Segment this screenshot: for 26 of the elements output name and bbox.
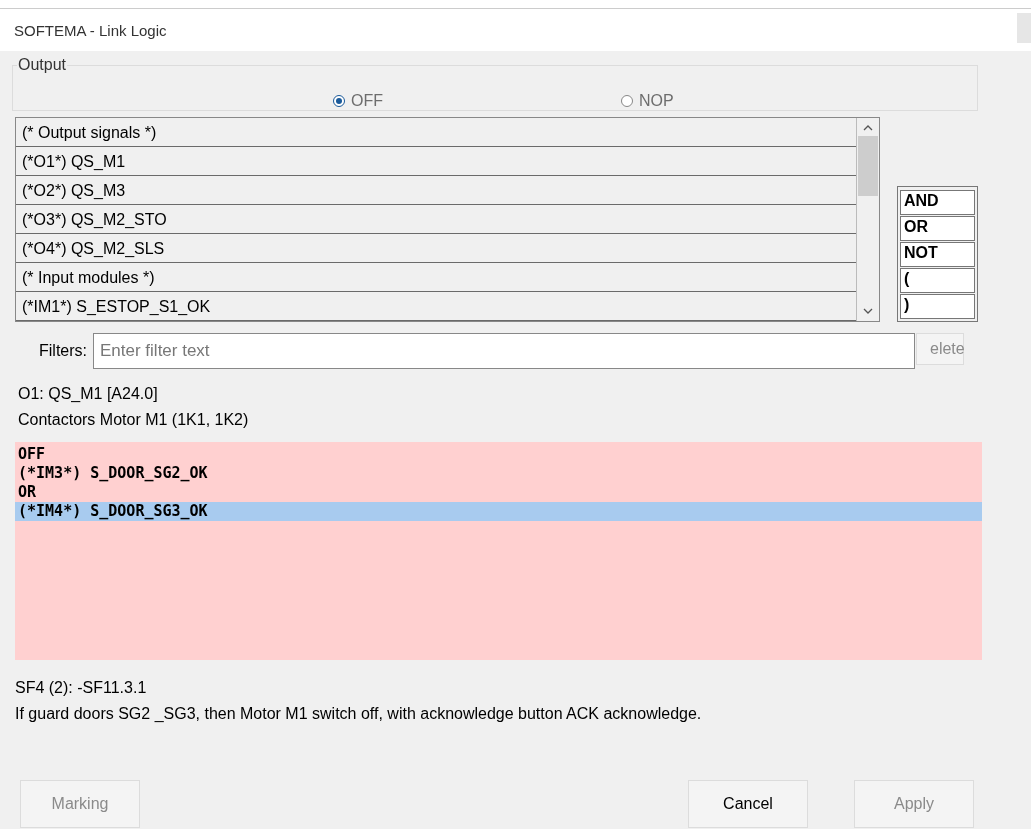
- scroll-thumb[interactable]: [858, 136, 878, 196]
- operator-item[interactable]: ): [900, 294, 975, 319]
- operator-item[interactable]: (: [900, 268, 975, 293]
- scrollbar[interactable]: [856, 118, 879, 321]
- scroll-up-icon[interactable]: [863, 124, 873, 132]
- info-text: O1: QS_M1 [A24.0]: [18, 384, 159, 404]
- filter-field[interactable]: Enter filter text: [93, 333, 915, 369]
- logic-line[interactable]: OFF: [15, 445, 982, 464]
- window-title: SOFTEMA - Link Logic: [14, 21, 167, 39]
- reference-text: SF4 (2): -SF11.3.1: [15, 678, 148, 698]
- group-label: Output: [17, 56, 68, 74]
- logic-line[interactable]: (*IM3*) S_DOOR_SG2_OK: [15, 464, 982, 483]
- logic-editor[interactable]: OFF (*IM3*) S_DOOR_SG2_OK OR (*IM4*) S_DOOR_SG3_OK: [15, 442, 982, 660]
- radio-button[interactable]: [621, 95, 633, 107]
- filter-label: Filters:: [39, 342, 87, 360]
- logic-line[interactable]: OR: [15, 483, 982, 502]
- scroll-down-icon[interactable]: [863, 307, 873, 315]
- operator-item[interactable]: AND: [900, 190, 975, 215]
- radio-button[interactable]: [333, 95, 345, 107]
- cancel-button[interactable]: Cancel: [688, 780, 808, 828]
- operator-item[interactable]: NOT: [900, 242, 975, 267]
- operator-item[interactable]: OR: [900, 216, 975, 241]
- radio-label: OFF: [351, 92, 383, 110]
- description-text: If guard doors SG2 _SG3, then Motor M1 switch off, with acknowledge button ACK acknowledge.: [15, 704, 703, 724]
- info-text: Contactors Motor M1 (1K1, 1K2): [18, 410, 250, 430]
- radio-label: NOP: [639, 92, 674, 110]
